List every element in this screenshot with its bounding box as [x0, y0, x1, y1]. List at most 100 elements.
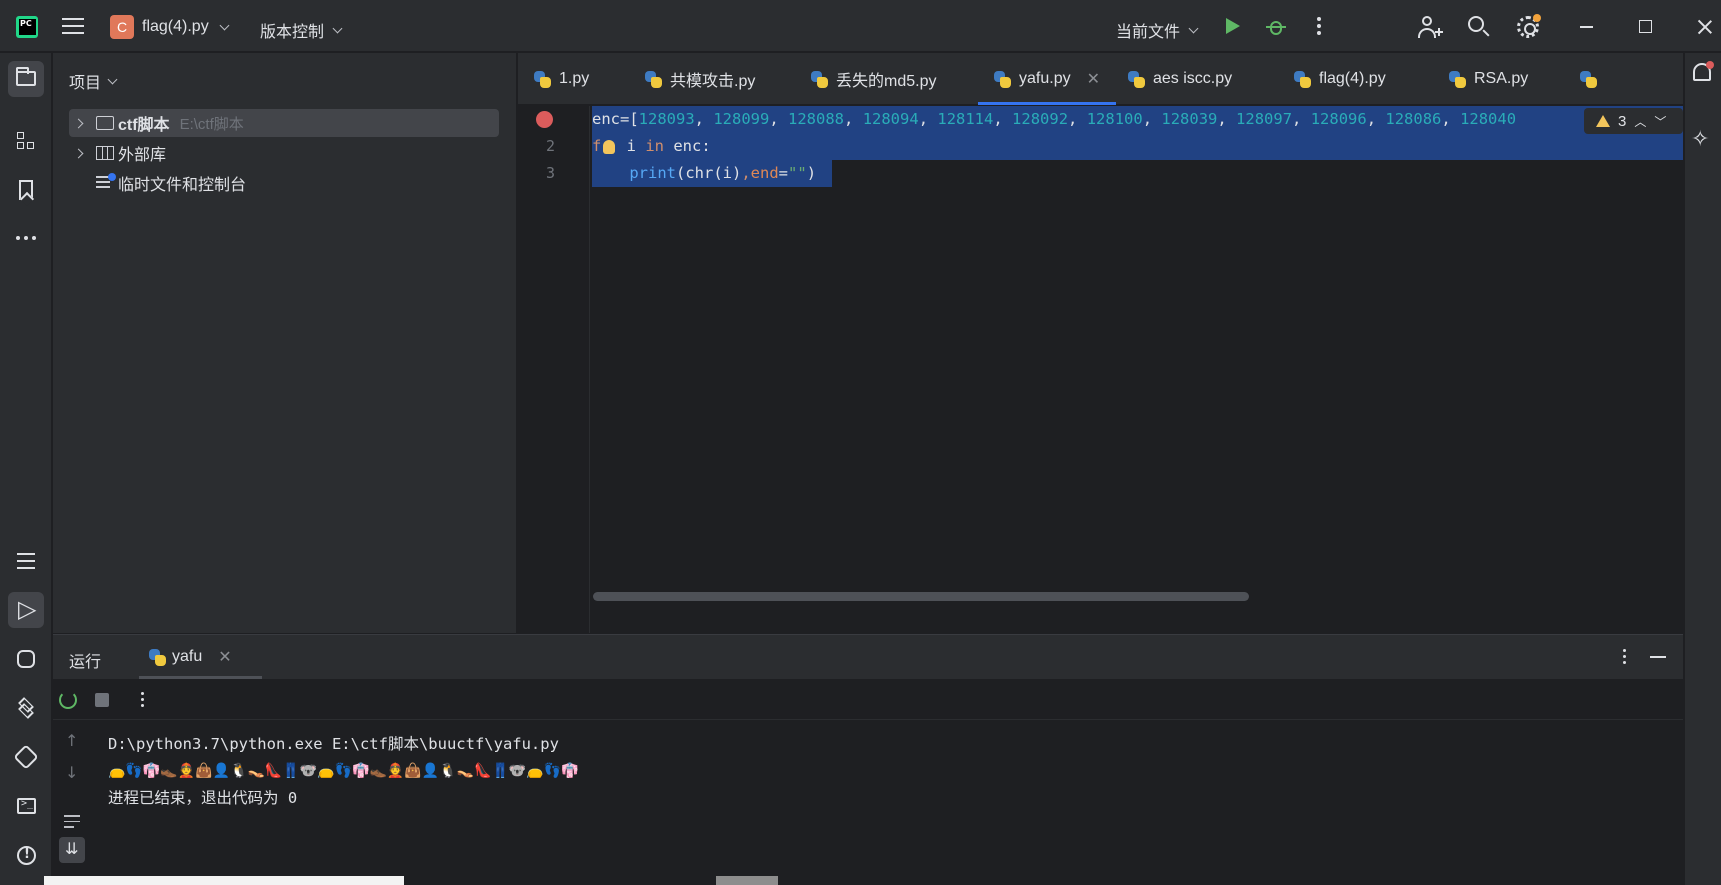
scroll-to-end-icon[interactable]: [59, 837, 85, 863]
rerun-icon[interactable]: [59, 691, 77, 709]
soft-wrap-icon[interactable]: [64, 815, 80, 832]
intention-bulb-icon[interactable]: [603, 139, 616, 154]
tree-item-label: ctf脚本: [118, 117, 170, 134]
problems-tool-button[interactable]: [8, 837, 44, 873]
python-file-icon: [645, 70, 662, 88]
code-number: 128088: [788, 110, 845, 128]
python-console-button[interactable]: [8, 641, 44, 677]
python-file-icon: [149, 648, 166, 666]
chevron-down-icon: [219, 20, 230, 31]
run-tab-yafu[interactable]: yafu ✕: [139, 635, 262, 679]
run-tool-window: 运行 yafu ✕ ↑ ↓ D:\python3.7\python.exe E:…: [53, 634, 1683, 885]
code-number: 128100: [1086, 110, 1143, 128]
python-file-icon: [1294, 70, 1311, 88]
project-tool-button[interactable]: [8, 61, 44, 97]
services-icon: [13, 744, 39, 770]
todo-tool-button[interactable]: [8, 543, 44, 579]
vcs-menu[interactable]: 版本控制: [260, 18, 343, 42]
run-options-icon[interactable]: [1623, 649, 1627, 667]
vcs-label: 版本控制: [260, 24, 325, 41]
tree-item-scratches[interactable]: 临时文件和控制台: [69, 169, 499, 197]
add-user-icon[interactable]: [1418, 15, 1443, 39]
code-editor[interactable]: 2 3 enc=[128093, 128099, 128088, 128094,…: [518, 106, 1683, 633]
tab-label: 共模攻击.py: [670, 73, 756, 90]
debug-icon[interactable]: [1266, 17, 1286, 37]
project-panel-header[interactable]: 项目: [69, 69, 118, 93]
chevron-down-icon: [332, 23, 343, 34]
folder-icon: [16, 67, 36, 86]
python-file-icon: [811, 70, 828, 88]
breakpoint-icon[interactable]: [536, 111, 553, 128]
inspection-widget[interactable]: 3 ︿ ﹀: [1584, 108, 1683, 134]
tree-item-label: 外部库: [118, 147, 167, 164]
list-icon: [17, 553, 35, 574]
arrow-down-icon[interactable]: ↓: [65, 763, 78, 782]
tree-item-label: 临时文件和控制台: [118, 177, 247, 194]
tab-gongmo-gongji-py[interactable]: 共模攻击.py: [645, 53, 755, 105]
tree-item-external-libraries[interactable]: 外部库: [69, 139, 499, 167]
tab-flag4-py[interactable]: flag(4).py: [1294, 53, 1386, 105]
bookmark-icon: [19, 180, 33, 200]
more-icon: [16, 236, 36, 240]
run-window-title: 运行: [69, 654, 102, 671]
tab-label: aes iscc.py: [1153, 70, 1233, 87]
ai-assistant-icon[interactable]: ✧: [1691, 127, 1709, 152]
tab-overflow[interactable]: [1580, 53, 1597, 105]
run-tab-label: yafu: [172, 648, 203, 665]
python-file-icon: [1449, 70, 1466, 88]
tab-aes-iscc-py[interactable]: aes iscc.py: [1128, 53, 1232, 105]
code-string: "": [788, 164, 807, 182]
arrow-up-icon[interactable]: ↑: [65, 731, 78, 750]
run-icon[interactable]: [1226, 18, 1240, 34]
services-tool-button[interactable]: [8, 739, 44, 775]
tab-label: 丢失的md5.py: [836, 73, 937, 90]
chevron-right-icon[interactable]: [73, 148, 84, 158]
project-switcher[interactable]: C flag(4).py: [110, 13, 230, 41]
tab-lost-md5-py[interactable]: 丢失的md5.py: [811, 53, 936, 105]
run-header: 运行 yafu ✕: [53, 635, 1683, 679]
console-command: D:\python3.7\python.exe E:\ctf脚本\buuctf\…: [108, 735, 559, 753]
close-window-button[interactable]: [1697, 19, 1713, 35]
run-configuration-select[interactable]: 当前文件: [1116, 18, 1199, 42]
editor-tab-bar: 1.py 共模攻击.py 丢失的md5.py yafu.py ✕ aes iscc…: [518, 53, 1683, 105]
folder-icon: [96, 116, 114, 130]
tree-item-ctf-scripts[interactable]: ctf脚本 E:\ctf脚本: [69, 109, 499, 137]
warning-count: 3: [1618, 112, 1627, 130]
bookmarks-tool-button[interactable]: [8, 172, 44, 208]
search-icon[interactable]: [1468, 16, 1490, 38]
chevron-down-icon[interactable]: ﹀: [1654, 113, 1666, 130]
more-tools-button[interactable]: [8, 220, 44, 256]
more-actions-icon[interactable]: [141, 692, 145, 710]
terminal-tool-button[interactable]: [8, 788, 44, 824]
hide-panel-button[interactable]: [1650, 656, 1666, 658]
main-menu-icon[interactable]: [62, 18, 84, 34]
run-tool-button[interactable]: [8, 592, 44, 628]
stop-icon[interactable]: [95, 693, 109, 707]
run-outline-icon: [18, 595, 36, 623]
library-icon: [96, 146, 114, 160]
structure-tool-button[interactable]: [8, 123, 44, 159]
code-line-3: print(chr(i),end=""): [592, 160, 816, 187]
code-number: 128097: [1236, 110, 1293, 128]
scratches-icon: [96, 173, 116, 190]
code-text: i: [617, 137, 646, 155]
editor-gutter[interactable]: 2 3: [518, 106, 590, 633]
close-tab-icon[interactable]: ✕: [1087, 69, 1100, 89]
code-line-2: f i in enc:: [592, 133, 711, 160]
maximize-window-button[interactable]: [1639, 20, 1652, 33]
horizontal-scrollbar[interactable]: [593, 592, 1249, 601]
line-number: 2: [546, 137, 556, 155]
minimize-window-button[interactable]: [1580, 26, 1593, 28]
chevron-right-icon[interactable]: [73, 118, 84, 128]
python-packages-button[interactable]: [8, 690, 44, 726]
more-actions-icon[interactable]: [1317, 17, 1321, 38]
close-tab-icon[interactable]: ✕: [218, 647, 231, 667]
tab-rsa-py[interactable]: RSA.py: [1449, 53, 1528, 105]
console-output[interactable]: D:\python3.7\python.exe E:\ctf脚本\buuctf\…: [108, 731, 579, 812]
tab-1-py[interactable]: 1.py: [534, 53, 589, 105]
tab-yafu-py[interactable]: yafu.py ✕: [978, 53, 1116, 105]
chevron-up-icon[interactable]: ︿: [1634, 113, 1646, 130]
code-number: 128039: [1161, 110, 1218, 128]
pycharm-logo-icon[interactable]: [16, 16, 38, 38]
terminal-icon: [17, 798, 36, 814]
